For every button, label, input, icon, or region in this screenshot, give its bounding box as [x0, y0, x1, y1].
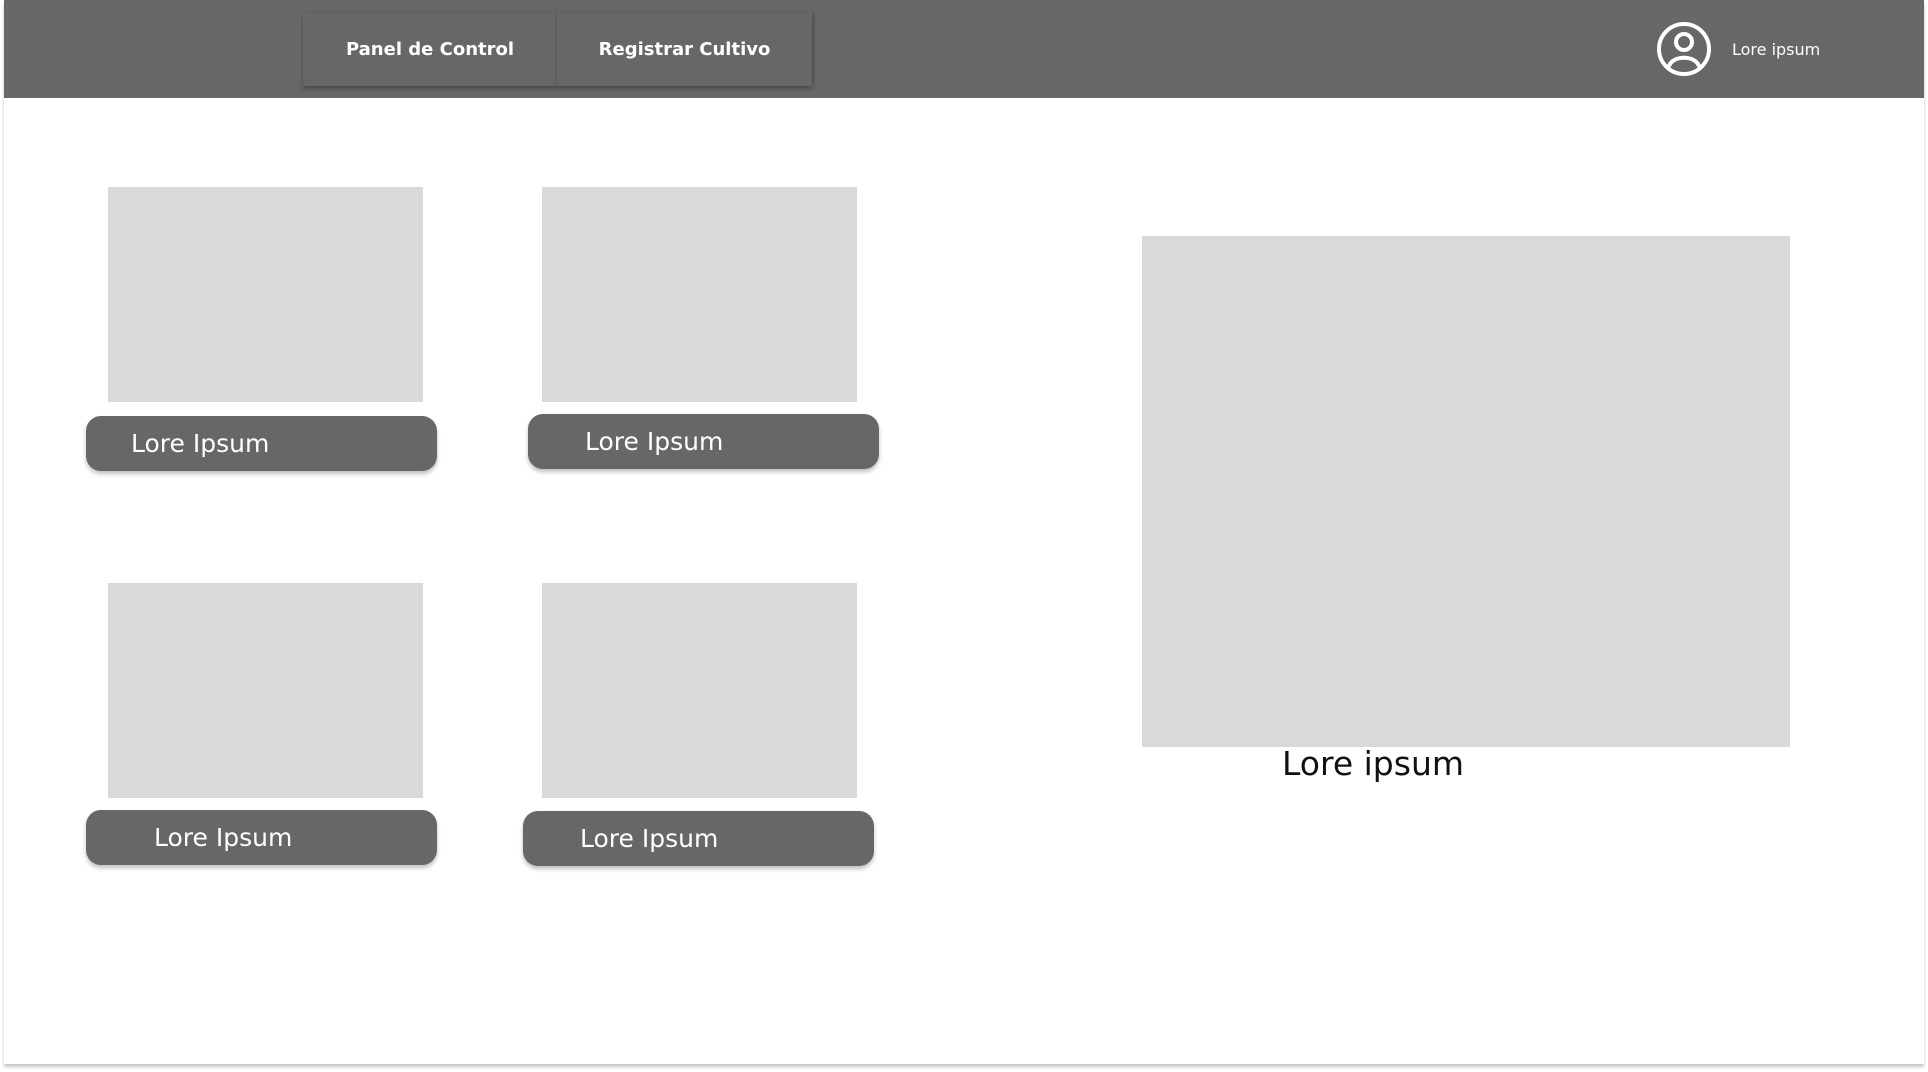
card-action-button-1[interactable]: Lore Ipsum	[86, 416, 437, 471]
application-page: Panel de Control Registrar Cultivo Lore …	[4, 0, 1924, 1064]
user-name-label: Lore ipsum	[1732, 39, 1821, 59]
card-action-button-4[interactable]: Lore Ipsum	[523, 811, 874, 866]
user-circle-icon	[1657, 22, 1711, 76]
card-action-button-3[interactable]: Lore Ipsum	[86, 810, 437, 865]
card-image-placeholder-3	[108, 583, 423, 798]
card-image-placeholder-1	[108, 187, 423, 402]
tab-panel-de-control[interactable]: Panel de Control	[303, 12, 557, 86]
featured-image-placeholder	[1142, 236, 1790, 747]
card-image-placeholder-4	[542, 583, 857, 798]
card-image-placeholder-2	[542, 187, 857, 402]
top-navigation-bar: Panel de Control Registrar Cultivo Lore …	[4, 0, 1924, 98]
tab-registrar-cultivo[interactable]: Registrar Cultivo	[557, 12, 812, 86]
user-profile-button[interactable]: Lore ipsum	[1656, 21, 1881, 77]
featured-caption: Lore ipsum	[1282, 744, 1464, 783]
card-action-button-2[interactable]: Lore Ipsum	[528, 414, 879, 469]
